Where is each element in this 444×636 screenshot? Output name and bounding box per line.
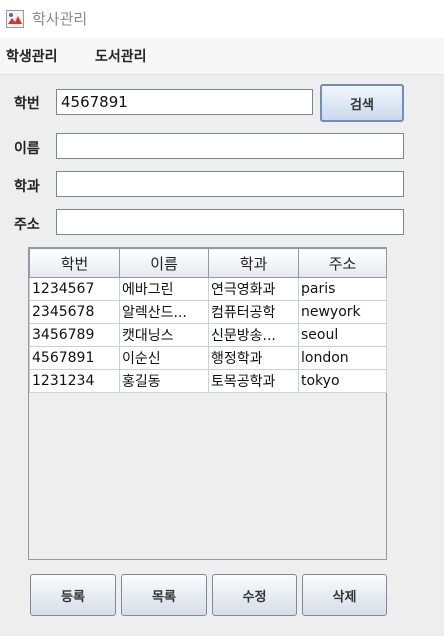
table-cell[interactable]: 신문방송...: [208, 323, 299, 347]
table-row[interactable]: 4567891 이순신 행정학과 london: [29, 346, 387, 370]
search-button[interactable]: 검색: [320, 84, 404, 122]
table-cell[interactable]: 홍길동: [119, 369, 209, 393]
list-button-label: 목록: [152, 589, 176, 605]
menu-student-management[interactable]: 학생관리: [6, 46, 58, 66]
name-input[interactable]: [56, 133, 404, 159]
column-header-student-id[interactable]: 학번: [29, 248, 120, 278]
table-cell[interactable]: 행정학과: [208, 346, 299, 370]
edit-button[interactable]: 수정: [212, 574, 297, 616]
table-row[interactable]: 3456789 캣대닝스 신문방송... seoul: [29, 323, 387, 347]
register-button[interactable]: 등록: [30, 574, 116, 616]
delete-button-label: 삭제: [332, 589, 357, 605]
table-cell[interactable]: 이순신: [119, 346, 209, 370]
department-input[interactable]: [56, 171, 404, 197]
student-table: 학번 이름 학과 주소 1234567 에바그린 연극영화과 paris 234…: [29, 248, 387, 393]
table-cell[interactable]: newyork: [298, 300, 387, 324]
table-cell[interactable]: 토목공학과: [208, 369, 299, 393]
column-header-address[interactable]: 주소: [298, 248, 387, 278]
edit-button-label: 수정: [242, 589, 267, 605]
department-label: 학과: [14, 179, 40, 195]
address-label: 주소: [14, 217, 40, 233]
table-cell[interactable]: 캣대닝스: [119, 323, 209, 347]
column-header-name[interactable]: 이름: [119, 248, 209, 278]
table-cell[interactable]: 연극영화과: [208, 277, 299, 301]
window-title: 학사관리: [32, 10, 88, 28]
column-header-department[interactable]: 학과: [208, 248, 299, 278]
table-cell[interactable]: 1234567: [29, 277, 120, 301]
name-label: 이름: [14, 141, 40, 157]
app-window-icon: [6, 10, 24, 28]
student-id-label: 학번: [14, 96, 40, 112]
delete-button[interactable]: 삭제: [302, 574, 387, 616]
table-header-row: 학번 이름 학과 주소: [29, 248, 387, 278]
register-button-label: 등록: [61, 589, 85, 605]
title-bar: 학사관리: [0, 0, 444, 38]
table-row[interactable]: 1234567 에바그린 연극영화과 paris: [29, 277, 387, 301]
table-cell[interactable]: 2345678: [29, 300, 120, 324]
table-cell[interactable]: 컴퓨터공학: [208, 300, 299, 324]
table-cell[interactable]: 4567891: [29, 346, 120, 370]
table-cell[interactable]: paris: [298, 277, 387, 301]
address-input[interactable]: [56, 209, 404, 235]
table-cell[interactable]: 3456789: [29, 323, 120, 347]
menu-library-management[interactable]: 도서관리: [95, 46, 147, 66]
table-cell[interactable]: 1231234: [29, 369, 120, 393]
search-button-label: 검색: [350, 97, 374, 113]
table-cell[interactable]: seoul: [298, 323, 387, 347]
student-id-input[interactable]: [56, 89, 313, 115]
menu-bar: 학생관리 도서관리: [0, 38, 444, 75]
student-table-scrollpane[interactable]: 학번 이름 학과 주소 1234567 에바그린 연극영화과 paris 234…: [28, 247, 387, 560]
table-row[interactable]: 2345678 알렉산드... 컴퓨터공학 newyork: [29, 300, 387, 324]
table-row[interactable]: 1231234 홍길동 토목공학과 tokyo: [29, 369, 387, 393]
table-cell[interactable]: tokyo: [298, 369, 387, 393]
table-cell[interactable]: 에바그린: [119, 277, 209, 301]
table-cell[interactable]: london: [298, 346, 387, 370]
list-button[interactable]: 목록: [121, 574, 207, 616]
table-cell[interactable]: 알렉산드...: [119, 300, 209, 324]
